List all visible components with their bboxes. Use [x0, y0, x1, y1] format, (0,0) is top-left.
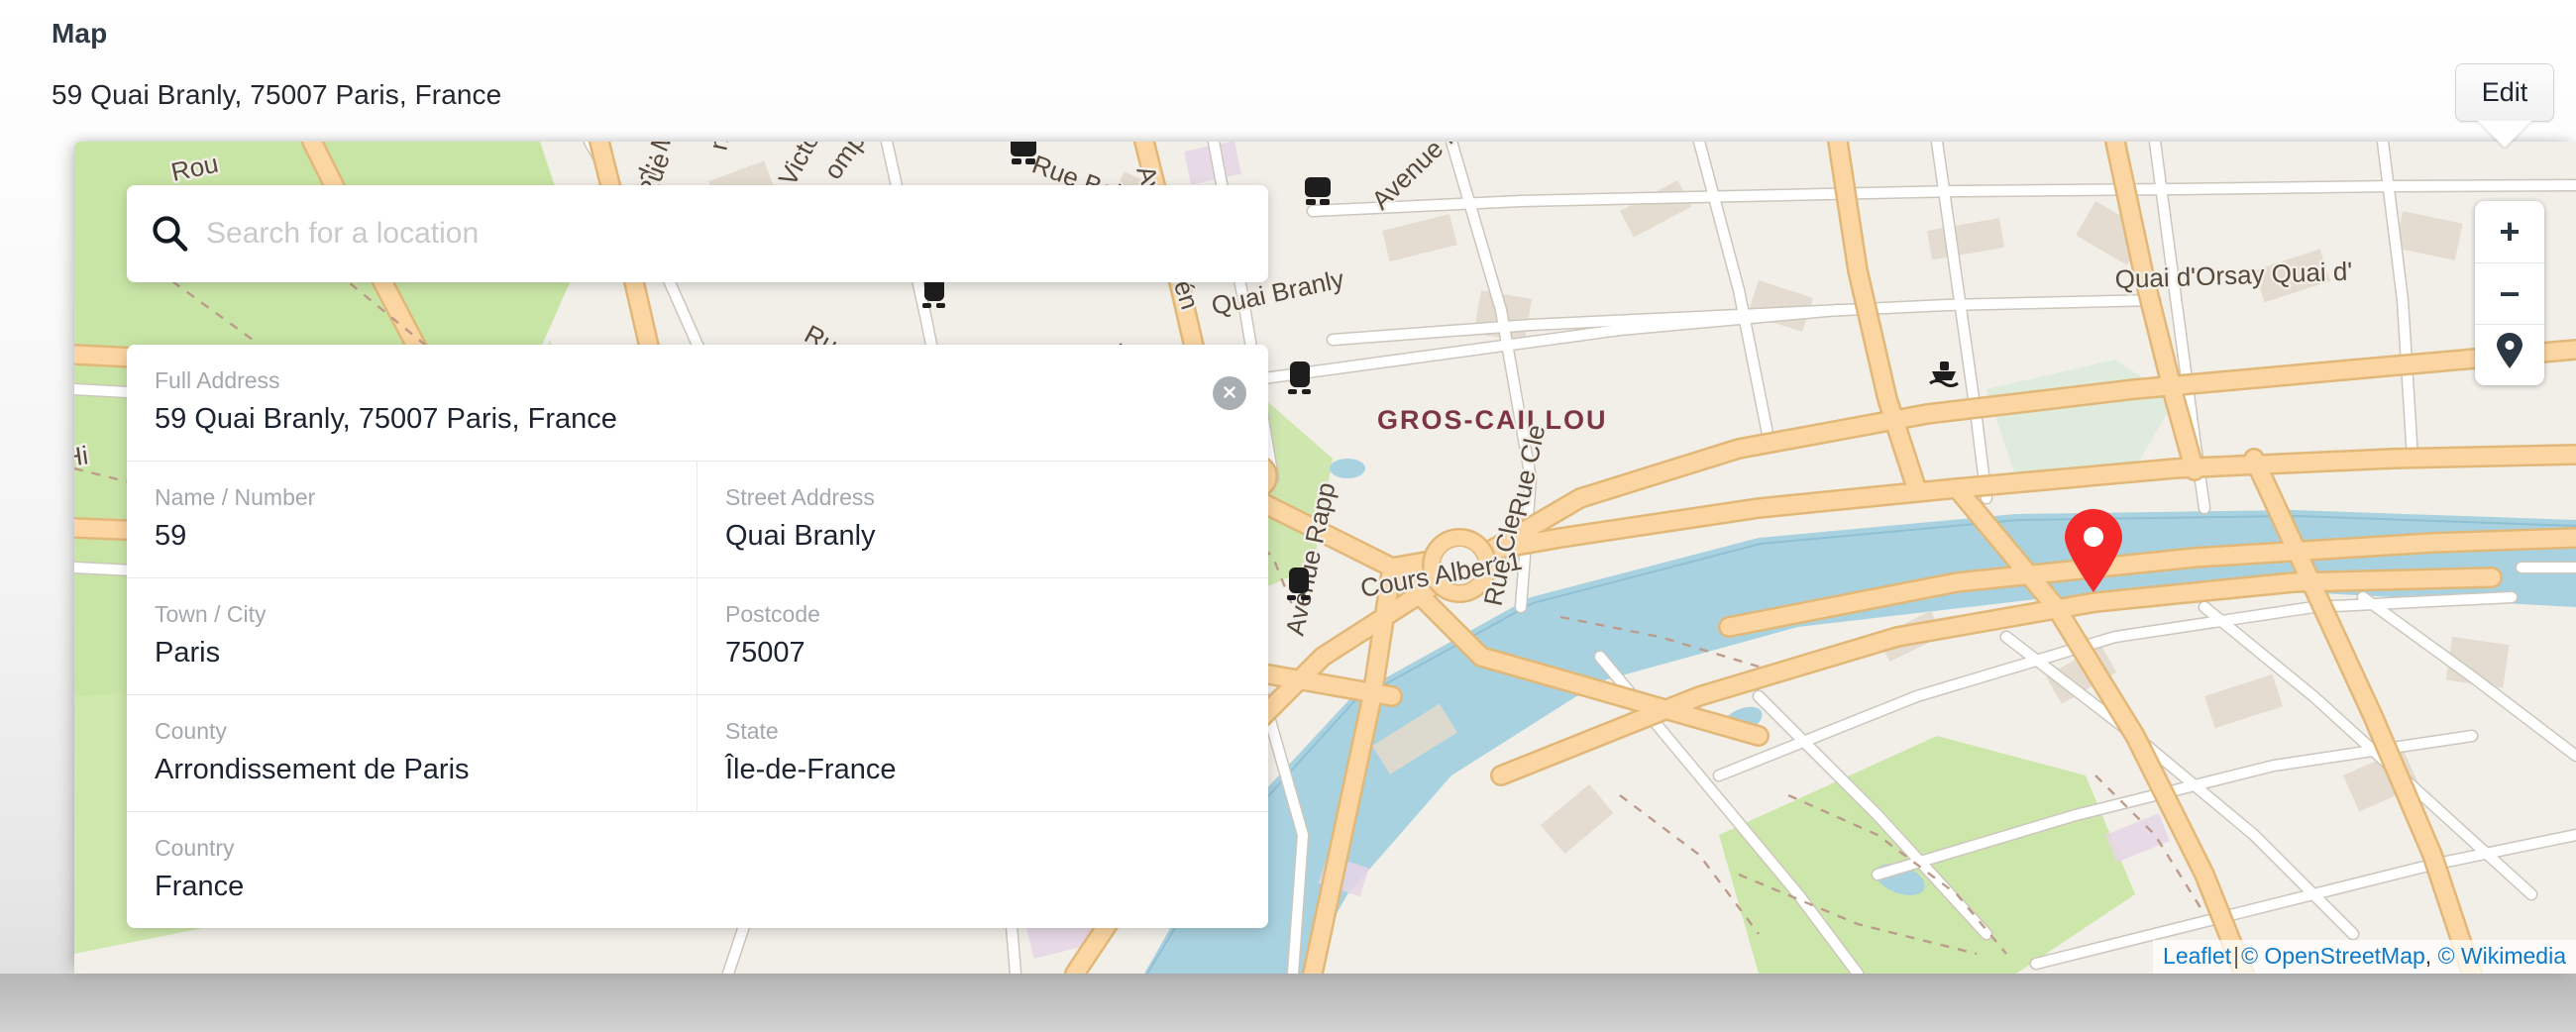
- address-row-name-street: Name / Number 59 Street Address Quai Bra…: [127, 461, 1268, 577]
- address-row-country: Country France: [127, 811, 1268, 928]
- field-label: County: [155, 718, 227, 744]
- svg-text:GROS-CAILLOU: GROS-CAILLOU: [1377, 405, 1608, 435]
- search-input[interactable]: [204, 204, 1268, 263]
- map-attribution: Leaflet|© OpenStreetMap, © Wikimedia: [2153, 940, 2576, 974]
- search-icon: [127, 214, 204, 254]
- edit-button-wrapper: Edit: [2455, 63, 2554, 149]
- map-zoom-controls: + −: [2475, 201, 2544, 385]
- locate-button[interactable]: [2475, 324, 2544, 385]
- field-label: Postcode: [725, 601, 820, 627]
- clear-address-button[interactable]: [1213, 376, 1246, 410]
- attribution-comma: ,: [2424, 943, 2432, 969]
- address-row-county-state: County Arrondissement de Paris State Île…: [127, 694, 1268, 811]
- field-label: Country: [155, 835, 235, 861]
- edit-button[interactable]: Edit: [2455, 63, 2554, 123]
- address-summary-text: 59 Quai Branly, 75007 Paris, France: [52, 79, 502, 110]
- field-state[interactable]: State Île-de-France: [698, 695, 1268, 811]
- address-details-panel: Full Address 59 Quai Branly, 75007 Paris…: [127, 345, 1268, 928]
- wikimedia-link[interactable]: © Wikimedia: [2438, 943, 2566, 969]
- field-value: 59 Quai Branly, 75007 Paris, France: [155, 402, 617, 435]
- field-county[interactable]: County Arrondissement de Paris: [127, 695, 698, 811]
- field-postcode[interactable]: Postcode 75007: [698, 578, 1268, 694]
- zoom-out-button[interactable]: −: [2475, 262, 2544, 324]
- close-circle-icon: [1220, 382, 1239, 405]
- field-value: 75007: [725, 636, 805, 669]
- field-label: State: [725, 718, 779, 744]
- map-pin-icon: [2496, 333, 2523, 377]
- field-name-number[interactable]: Name / Number 59: [127, 462, 698, 577]
- map-marker-icon[interactable]: [2063, 509, 2124, 592]
- location-search-box[interactable]: [127, 185, 1268, 282]
- map-address-page: Map 59 Quai Branly, 75007 Paris, France …: [0, 0, 2576, 1032]
- zoom-in-button[interactable]: +: [2475, 201, 2544, 262]
- field-full-address[interactable]: Full Address 59 Quai Branly, 75007 Paris…: [127, 345, 1268, 461]
- address-row-full: Full Address 59 Quai Branly, 75007 Paris…: [127, 345, 1268, 461]
- field-country[interactable]: Country France: [127, 812, 1268, 928]
- field-value: Quai Branly: [725, 519, 876, 552]
- attribution-separator: |: [2233, 943, 2240, 969]
- field-value: Paris: [155, 636, 221, 669]
- edit-popover-caret-icon: [2478, 121, 2531, 149]
- field-label: Street Address: [725, 484, 875, 510]
- openstreetmap-link[interactable]: © OpenStreetMap: [2241, 943, 2425, 969]
- page-title: Map: [52, 18, 108, 49]
- field-value: France: [155, 870, 245, 902]
- field-value: Arrondissement de Paris: [155, 753, 470, 785]
- leaflet-link[interactable]: Leaflet: [2163, 943, 2231, 969]
- field-label: Name / Number: [155, 484, 316, 510]
- address-row-town-postcode: Town / City Paris Postcode 75007: [127, 577, 1268, 694]
- page-header: Map 59 Quai Branly, 75007 Paris, France: [0, 0, 2576, 139]
- field-street-address[interactable]: Street Address Quai Branly: [698, 462, 1268, 577]
- field-label: Full Address: [155, 367, 280, 393]
- field-label: Town / City: [155, 601, 267, 627]
- page-bottom-strip: [0, 974, 2576, 1032]
- field-value: 59: [155, 519, 187, 552]
- field-town-city[interactable]: Town / City Paris: [127, 578, 698, 694]
- field-value: Île-de-France: [725, 753, 897, 785]
